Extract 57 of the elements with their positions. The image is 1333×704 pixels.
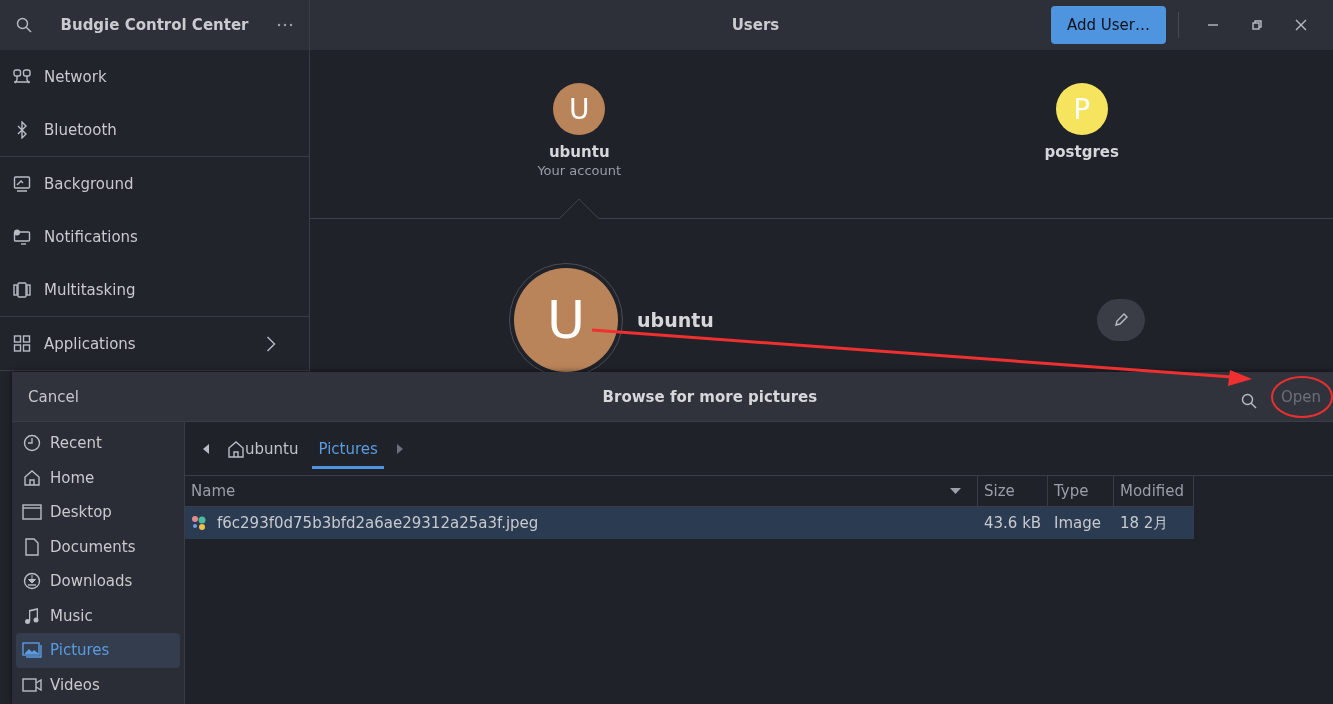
- window-icon: [22, 504, 42, 521]
- places-item[interactable]: Recent: [16, 426, 180, 461]
- document-icon: [22, 537, 42, 556]
- path-button[interactable]: ubuntu: [222, 428, 305, 469]
- grid-icon: [12, 335, 32, 352]
- page-title: Users: [730, 16, 781, 34]
- app-title: Budgie Control Center: [59, 16, 250, 34]
- places-item[interactable]: Downloads: [16, 564, 180, 599]
- sidebar-item[interactable]: Bluetooth: [0, 103, 309, 156]
- home-icon: [228, 439, 244, 458]
- home-icon: [22, 468, 42, 487]
- file-name: f6c293f0d75b3bfd2a6ae29312a25a3f.jpeg: [217, 514, 539, 532]
- video-camera-icon: [22, 677, 42, 692]
- type-cell: Image: [1048, 507, 1114, 539]
- cancel-button[interactable]: Cancel: [18, 381, 89, 412]
- file-name-cell[interactable]: f6c293f0d75b3bfd2a6ae29312a25a3f.jpeg: [185, 507, 978, 539]
- more-options-icon: [277, 23, 293, 27]
- sidebar-item[interactable]: Background: [0, 157, 309, 210]
- user-name: postgres: [1044, 143, 1119, 161]
- close-icon: [1295, 19, 1307, 31]
- sidebar-item[interactable]: Multitasking: [0, 263, 309, 316]
- right-triangle-icon: [395, 443, 403, 454]
- account-name: ubuntu: [637, 309, 714, 331]
- sidebar-item[interactable]: Applications: [0, 317, 309, 370]
- minimize-icon: [1208, 24, 1218, 26]
- places-item[interactable]: Home: [16, 460, 180, 495]
- search-icon: [1240, 392, 1257, 409]
- places-item[interactable]: Desktop: [16, 495, 180, 530]
- path-button[interactable]: Pictures: [312, 428, 384, 469]
- places-item[interactable]: Documents: [16, 529, 180, 564]
- notification-icon: [12, 228, 32, 245]
- places-item[interactable]: Pictures: [16, 633, 180, 668]
- left-triangle-icon: [203, 443, 210, 454]
- add-user-button[interactable]: Add User…: [1051, 6, 1166, 44]
- modified-cell: 18 2月: [1114, 507, 1194, 539]
- clock-icon: [22, 434, 42, 453]
- pencil-icon: [1114, 313, 1128, 327]
- search-icon: [16, 17, 32, 33]
- network-icon: [12, 68, 32, 85]
- places-item[interactable]: Videos: [16, 667, 180, 702]
- annotation-circle: [1271, 376, 1333, 418]
- image-file-icon: [191, 515, 207, 531]
- monitor-icon: [12, 175, 32, 192]
- download-icon: [22, 572, 42, 591]
- places-item[interactable]: Music: [16, 598, 180, 633]
- sidebar-item[interactable]: Network: [0, 50, 309, 103]
- account-label: Your account: [537, 163, 622, 178]
- image-icon: [22, 642, 42, 659]
- sort-down-icon: [950, 488, 961, 494]
- user-name: ubuntu: [548, 143, 610, 161]
- edit-button[interactable]: [1097, 299, 1145, 341]
- dialog-title: Browse for more pictures: [601, 387, 819, 406]
- sidebar-item[interactable]: Notifications: [0, 210, 309, 263]
- size-cell: 43.6 kB: [978, 507, 1048, 539]
- windows-icon: [12, 281, 32, 298]
- search-button[interactable]: [1240, 392, 1257, 409]
- restore-icon: [1252, 20, 1262, 30]
